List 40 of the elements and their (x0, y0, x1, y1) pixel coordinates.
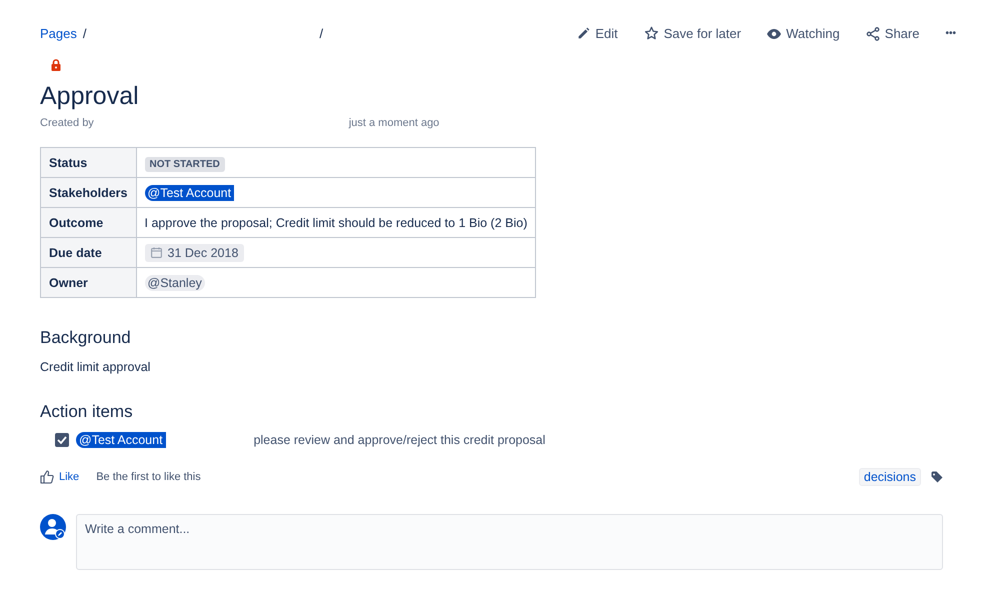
eye-icon (767, 28, 782, 38)
pencil-icon (577, 27, 590, 40)
section-heading: Action items (40, 402, 134, 422)
status-lozenge: NOT STARTED (144, 156, 225, 172)
user-mention[interactable]: @Test Account (144, 184, 234, 200)
breadcrumb-separator: / (320, 26, 324, 41)
timestamp: just a moment ago (348, 117, 440, 129)
toolbar-button[interactable]: Edit (571, 22, 624, 45)
breadcrumb-separator: / (82, 26, 86, 41)
table-header-cell: Status (40, 148, 136, 178)
date-lozenge[interactable]: 31 Dec 2018 (144, 244, 244, 262)
calendar-icon (150, 247, 162, 258)
section-heading: Background (40, 328, 132, 348)
user-mention[interactable]: @Test Account (76, 432, 166, 448)
tag-icon[interactable] (931, 471, 943, 483)
paragraph: Credit limit approval (40, 360, 152, 374)
user-mention[interactable]: @Stanley (144, 274, 205, 290)
comment-field[interactable]: Write a comment... (76, 514, 943, 570)
table-header-cell: Stakeholders (40, 178, 136, 208)
table-header-cell: Outcome (40, 208, 136, 238)
created-by-label: Created by (40, 117, 94, 129)
page-title: Approval (40, 81, 140, 111)
like-button[interactable]: Like (40, 470, 80, 484)
table-cell: I approve the proposal; Credit limit should be reduced to 1 Bio (2 Bio) (136, 208, 536, 238)
thumbs-up-icon (40, 470, 54, 484)
toolbar-button[interactable]: Save for later (638, 22, 748, 45)
avatar-icon (40, 514, 67, 541)
toolbar-button[interactable]: Share (860, 22, 926, 45)
star-icon (644, 26, 659, 41)
lock-icon[interactable] (51, 59, 61, 71)
task-text: please review and approve/reject this credit proposal (254, 433, 546, 447)
share-icon (866, 26, 880, 40)
toolbar-button[interactable]: ••• (939, 22, 962, 45)
table-header-cell: Due date (40, 238, 136, 268)
like-summary: Be the first to like this (96, 471, 201, 483)
table-header-cell: Owner (40, 268, 136, 298)
task-checkbox[interactable] (55, 433, 69, 447)
breadcrumb-link[interactable]: Pages (40, 26, 77, 41)
toolbar-button[interactable]: Watching (761, 22, 846, 45)
label-tag[interactable]: decisions (858, 468, 921, 486)
